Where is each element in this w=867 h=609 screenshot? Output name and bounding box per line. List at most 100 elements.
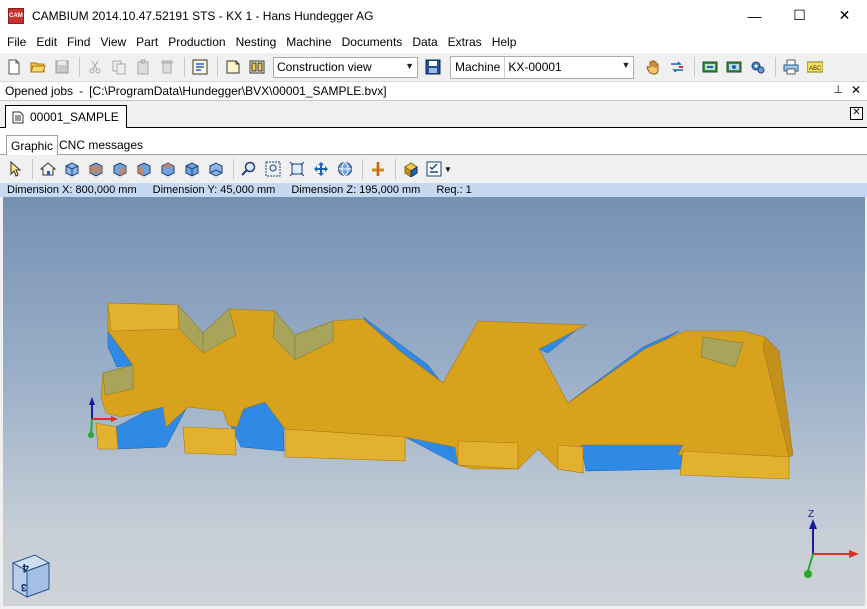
zoom-button[interactable] [238,158,260,180]
graphic-viewport[interactable]: Z 4 3 [3,197,865,606]
settings-button[interactable] [747,56,769,78]
zoom-extents-icon [289,161,305,177]
tab-graphic[interactable]: Graphic [6,135,59,155]
copy-icon [112,60,126,75]
abc-label-icon: ABC [807,61,824,73]
maximize-button[interactable]: ☐ [777,0,822,31]
view-right-button[interactable] [157,158,179,180]
dimension-y: Dimension Y: 45,000 mm [152,184,276,196]
cube-front-icon [89,162,103,177]
pan-arrows-icon [314,162,328,176]
shading-button[interactable] [400,158,422,180]
tab-cnc-messages[interactable]: CNC messages [55,135,147,155]
print-button[interactable] [780,56,802,78]
opened-jobs-path: [C:\ProgramData\Hundegger\BVX\00001_SAMP… [89,84,387,98]
document-tab[interactable]: 00001_SAMPLE [5,105,127,128]
menu-file[interactable]: File [2,31,31,53]
view-combo[interactable]: Construction view ▼ [273,56,418,78]
menu-machine[interactable]: Machine [281,31,336,53]
open-button[interactable] [27,56,49,78]
minimize-button[interactable]: — [732,0,777,31]
origin-axis-z-arrow [89,397,95,405]
front-face [107,302,180,332]
section-button[interactable] [367,158,389,180]
nav-cube-label-front: 3 [21,581,27,593]
abc-button[interactable]: ABC [804,56,826,78]
pin-icon[interactable]: ⊥ [833,83,843,97]
opened-jobs-separator: - [79,84,84,98]
menu-production[interactable]: Production [163,31,230,53]
document-icon [12,111,24,123]
send-machine-button[interactable] [699,56,721,78]
paste-button[interactable] [132,56,154,78]
delete-button[interactable] [156,56,178,78]
required-count: Req.: 1 [436,184,472,196]
machine-screen-icon [726,61,742,73]
zoom-window-icon [265,161,281,177]
window-controls: — ☐ ✕ [732,0,867,31]
properties-icon [192,59,208,75]
close-panel-button[interactable]: ✕ [851,83,861,97]
properties-button[interactable] [189,56,211,78]
view-iso-button[interactable] [61,158,83,180]
rotate-button[interactable] [334,158,356,180]
axis-indicator-z-arrow [809,519,817,529]
origin-axis-x-arrow [111,416,118,422]
machine-send-icon [702,61,718,73]
menu-part[interactable]: Part [131,31,163,53]
home-icon [40,162,56,176]
menu-edit[interactable]: Edit [31,31,62,53]
close-document-button[interactable]: ✕ [850,107,863,120]
save-button[interactable] [51,56,73,78]
menu-nesting[interactable]: Nesting [231,31,282,53]
menu-data[interactable]: Data [407,31,442,53]
view-top-button[interactable] [181,158,203,180]
navigation-cube [11,554,51,598]
new-button[interactable] [3,56,25,78]
view-mode-button[interactable] [222,56,244,78]
menu-help[interactable]: Help [487,31,522,53]
view-front-button[interactable] [85,158,107,180]
cube-top-icon [185,162,199,177]
window-title: CAMBIUM 2014.10.47.52191 STS - KX 1 - Ha… [32,8,374,23]
opened-jobs-bar: Opened jobs - [C:\ProgramData\Hundegger\… [0,82,867,101]
save-icon [55,60,69,74]
zoom-extents-button[interactable] [286,158,308,180]
home-view-button[interactable] [37,158,59,180]
pan-button[interactable] [310,158,332,180]
menu-find[interactable]: Find [62,31,95,53]
main-toolbar: Construction view ▼ Machine KX-00001 ▼ A… [0,53,867,82]
view-bottom-button[interactable] [205,158,227,180]
copy-button[interactable] [108,56,130,78]
gears-icon [751,61,765,74]
title-bar: CAM CAMBIUM 2014.10.47.52191 STS - KX 1 … [0,0,867,31]
cut-button[interactable] [84,56,106,78]
graphic-toolbar: ▼ [0,155,867,183]
zoom-window-button[interactable] [262,158,284,180]
menu-view[interactable]: View [95,31,131,53]
view-back-button[interactable] [109,158,131,180]
chevron-down-icon: ▼ [405,60,414,71]
svg-text:ABC: ABC [809,66,822,72]
select-tool-button[interactable] [4,158,26,180]
view-layout-button[interactable] [246,56,268,78]
machine-combo[interactable]: KX-00001 ▼ [505,56,634,78]
menu-documents[interactable]: Documents [337,31,408,53]
toolbar-separator [694,57,696,77]
front-face [457,440,519,470]
paste-icon [137,59,149,75]
scissors-icon [89,60,101,74]
toolbar-separator [217,57,218,77]
display-options-button[interactable]: ▼ [424,158,454,180]
menu-extras[interactable]: Extras [443,31,487,53]
hand-tool-button[interactable] [642,56,664,78]
view-left-button[interactable] [133,158,155,180]
machine-view-button[interactable] [723,56,745,78]
save-view-button[interactable] [422,56,444,78]
transfer-button[interactable] [666,56,688,78]
rotate-globe-icon [338,162,352,176]
close-window-button[interactable]: ✕ [822,0,867,31]
machine-combo-value: KX-00001 [508,60,562,74]
origin-axis-y-tip [88,432,94,438]
toolbar-separator [395,159,396,179]
